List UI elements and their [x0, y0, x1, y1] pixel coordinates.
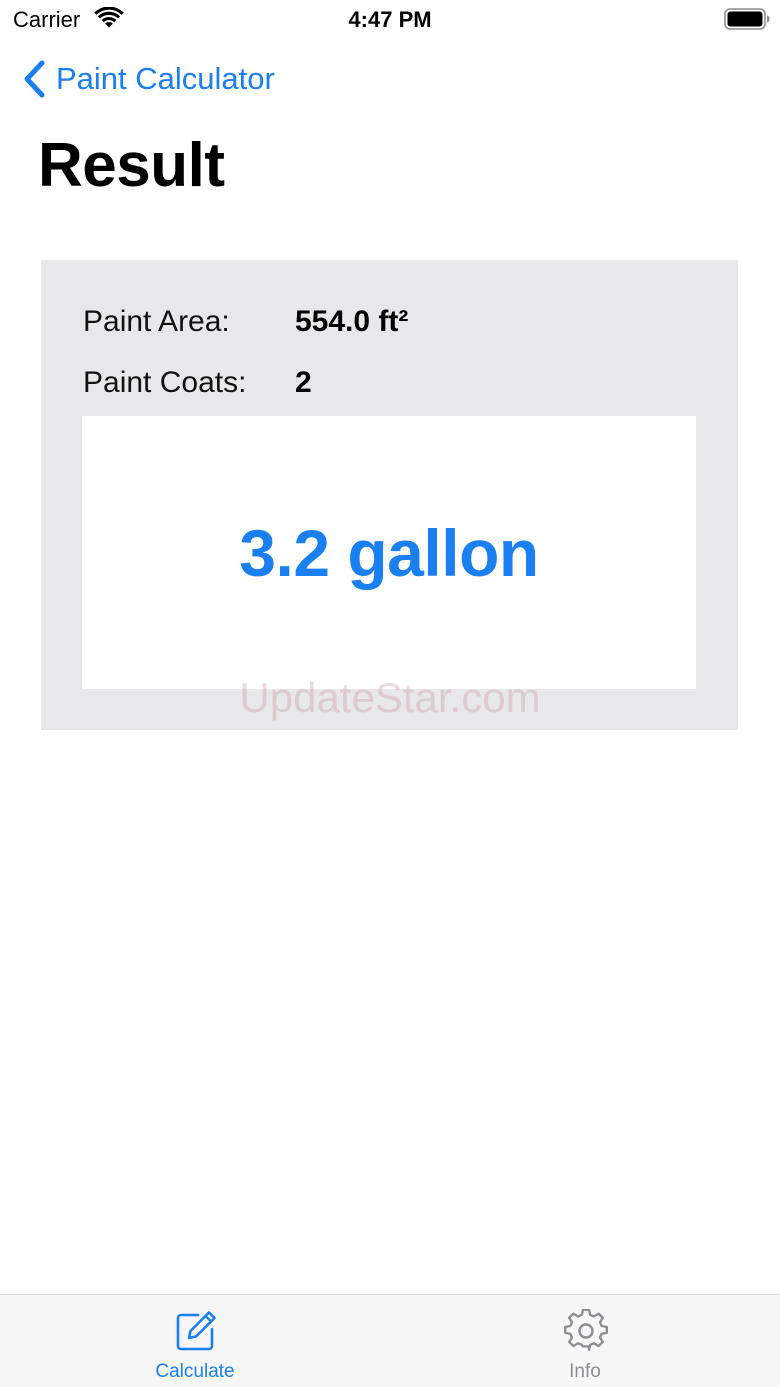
tab-info[interactable]: Info	[390, 1295, 780, 1387]
paint-coats-value: 2	[295, 366, 312, 399]
gallon-result-box: 3.2 gallon	[82, 416, 696, 689]
gallon-result: 3.2 gallon	[239, 515, 539, 590]
tab-calculate[interactable]: Calculate	[0, 1295, 390, 1387]
paint-coats-label: Paint Coats:	[83, 366, 247, 399]
page-title: Result	[38, 131, 225, 200]
paint-area-row: Paint Area: 554.0 ft²	[83, 302, 408, 342]
status-time: 4:47 PM	[348, 7, 432, 32]
gear-icon	[564, 1309, 608, 1351]
result-screen: Carrier 4:47 PM Paint Calculator Result …	[0, 0, 780, 1387]
pencil-square-icon	[176, 1311, 216, 1351]
tab-info-label: Info	[569, 1361, 601, 1382]
battery-icon	[724, 8, 770, 30]
back-button-label: Paint Calculator	[56, 61, 275, 96]
paint-area-label: Paint Area:	[83, 305, 230, 338]
paint-coats-row: Paint Coats: 2	[83, 363, 312, 403]
tab-calculate-label: Calculate	[155, 1361, 235, 1382]
paint-area-value: 554.0 ft²	[295, 305, 409, 338]
back-button[interactable]: Paint Calculator	[20, 56, 275, 102]
result-card: Paint Area: 554.0 ft² Paint Coats: 2 3.2…	[41, 260, 738, 730]
status-bar: Carrier 4:47 PM	[0, 0, 780, 40]
chevron-left-icon	[24, 60, 45, 98]
tab-bar: Calculate Info	[0, 1294, 780, 1387]
